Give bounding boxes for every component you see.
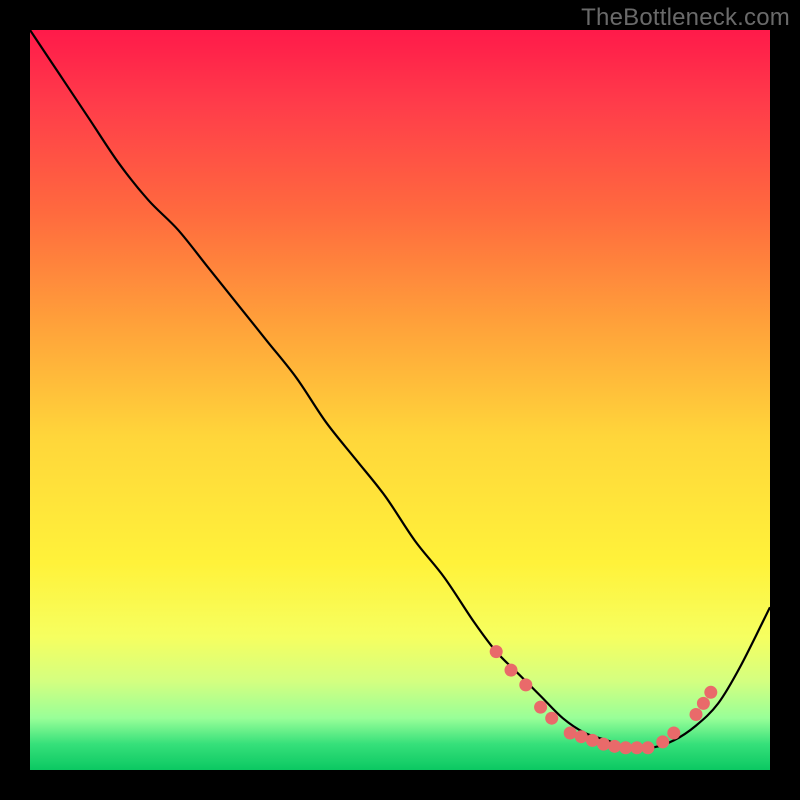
data-dot: [690, 708, 703, 721]
data-dot: [697, 697, 710, 710]
data-dot: [656, 735, 669, 748]
data-dot: [575, 730, 588, 743]
gradient-background: [30, 30, 770, 770]
data-dot: [564, 727, 577, 740]
data-dot: [534, 701, 547, 714]
watermark-text: TheBottleneck.com: [581, 4, 790, 32]
data-dot: [630, 741, 643, 754]
data-dot: [505, 664, 518, 677]
data-dot: [704, 686, 717, 699]
data-dot: [641, 741, 654, 754]
data-dot: [597, 738, 610, 751]
chart-svg: [30, 30, 770, 770]
plot-area: [30, 30, 770, 770]
data-dot: [490, 645, 503, 658]
data-dot: [545, 712, 558, 725]
data-dot: [519, 678, 532, 691]
chart-frame: TheBottleneck.com: [0, 0, 800, 800]
data-dot: [608, 740, 621, 753]
data-dot: [667, 727, 680, 740]
data-dot: [619, 741, 632, 754]
data-dot: [586, 734, 599, 747]
